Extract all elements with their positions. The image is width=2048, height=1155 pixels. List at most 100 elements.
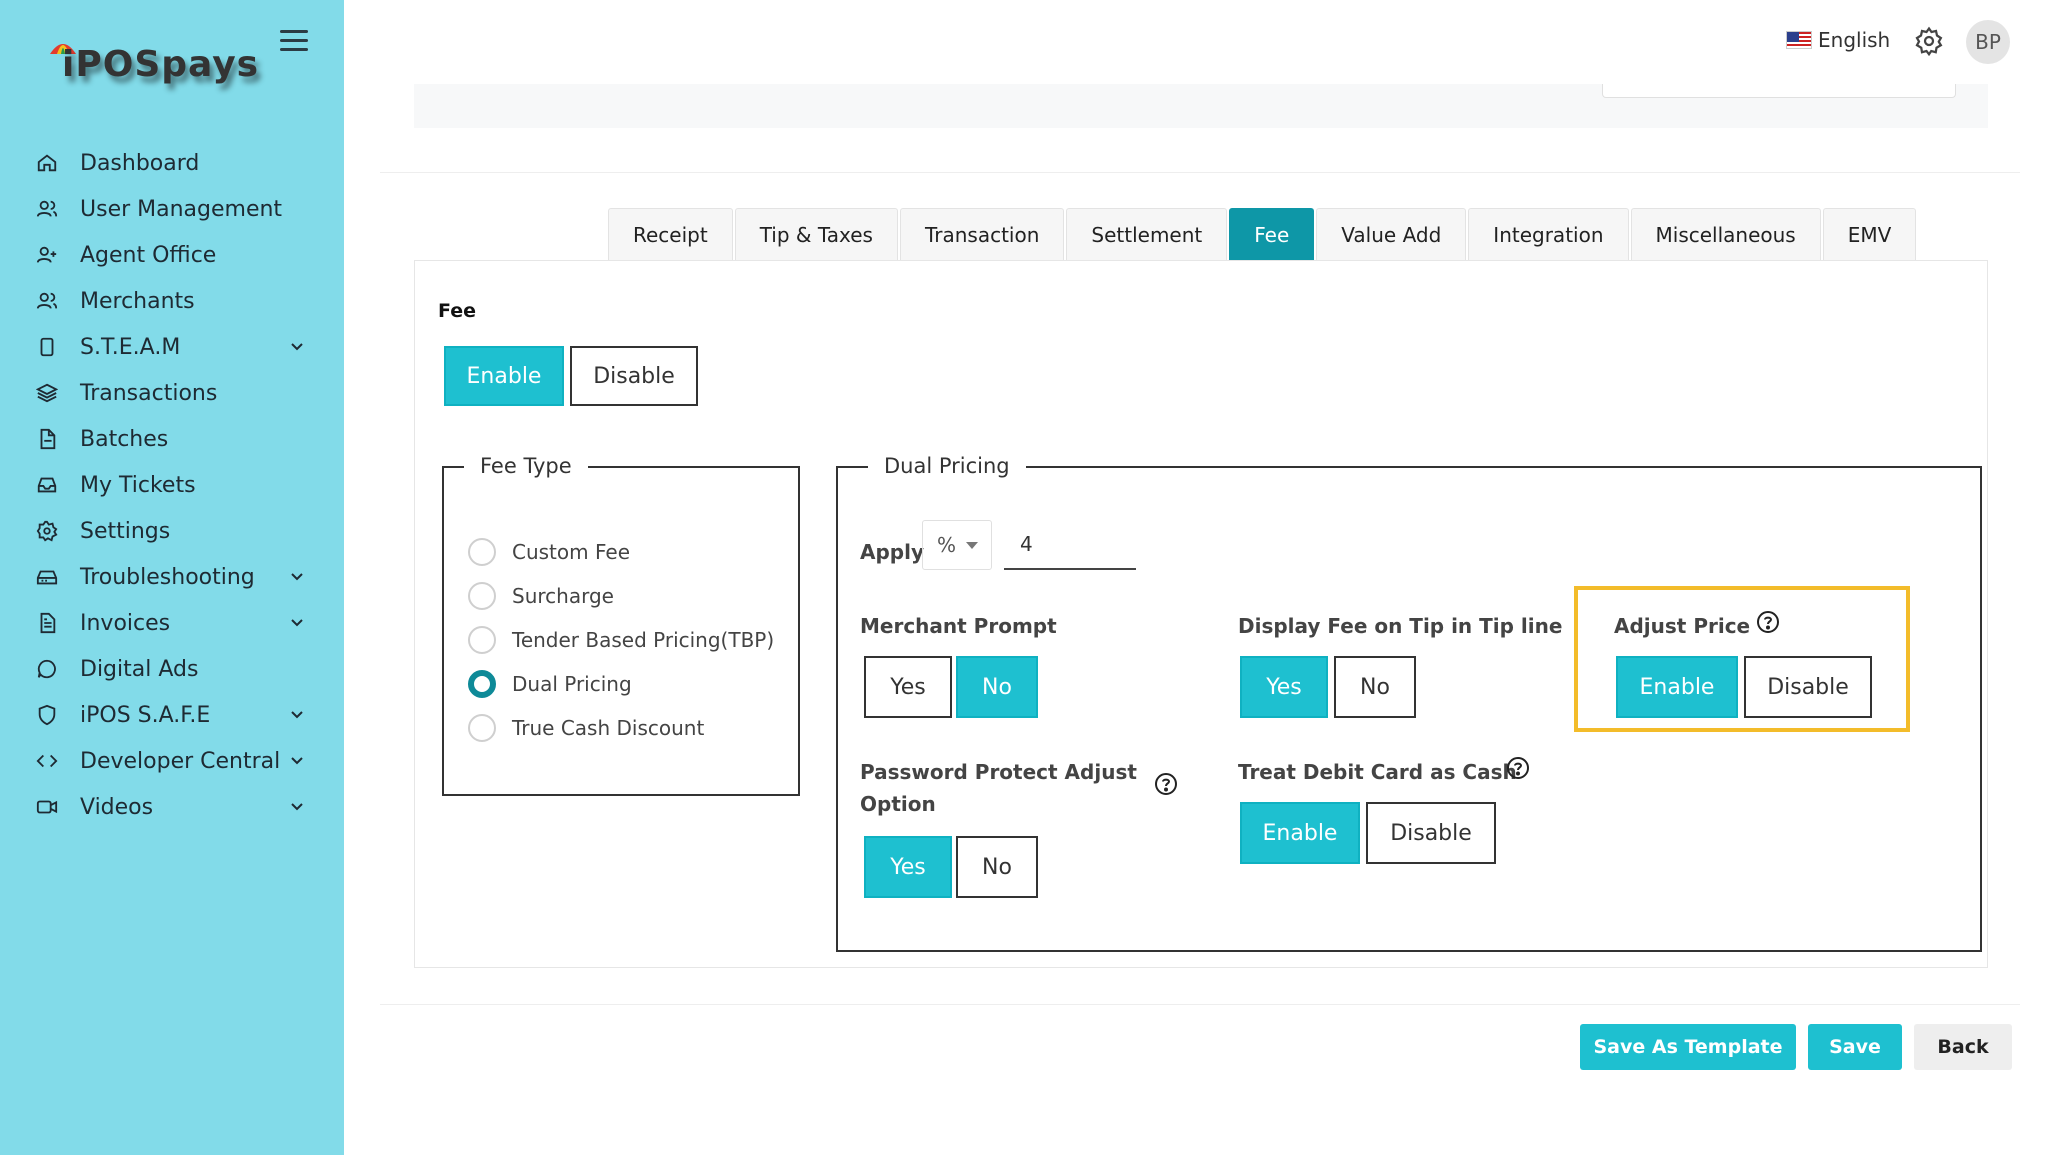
sidebar-item-digital-ads[interactable]: Digital Ads xyxy=(0,646,344,692)
password-protect-label-line1: Password Protect Adjust xyxy=(860,760,1137,784)
apply-unit-value: % xyxy=(937,533,957,557)
help-circle-icon[interactable] xyxy=(1756,610,1780,634)
sidebar-item-user-management[interactable]: User Management xyxy=(0,186,344,232)
tab-integration[interactable]: Integration xyxy=(1468,208,1629,260)
help-circle-icon[interactable] xyxy=(1154,772,1178,796)
back-button[interactable]: Back xyxy=(1914,1024,2012,1070)
tab-receipt[interactable]: Receipt xyxy=(608,208,733,260)
treat-debit-disable-button[interactable]: Disable xyxy=(1366,802,1496,864)
home-icon xyxy=(36,152,58,174)
radio-true-cash-discount[interactable]: True Cash Discount xyxy=(468,714,704,742)
sidebar-item-troubleshooting[interactable]: Troubleshooting xyxy=(0,554,344,600)
tab-value-add[interactable]: Value Add xyxy=(1316,208,1467,260)
fee-disable-button[interactable]: Disable xyxy=(570,346,698,406)
settings-gear-icon[interactable] xyxy=(1914,26,1944,56)
users-icon xyxy=(36,290,58,312)
merchant-prompt-no-button[interactable]: No xyxy=(956,656,1038,718)
language-label: English xyxy=(1818,28,1891,52)
user-avatar[interactable]: BP xyxy=(1966,20,2010,64)
radio-label: Surcharge xyxy=(512,584,614,608)
sidebar-item-label: iPOS S.A.F.E xyxy=(80,702,211,728)
inbox-icon xyxy=(36,474,58,496)
sidebar-item-label: My Tickets xyxy=(80,472,196,498)
tab-miscellaneous[interactable]: Miscellaneous xyxy=(1630,208,1821,260)
password-protect-no-button[interactable]: No xyxy=(956,836,1038,898)
sidebar-item-label: User Management xyxy=(80,196,283,222)
chevron-down-icon xyxy=(291,803,303,811)
display-fee-tip-no-button[interactable]: No xyxy=(1334,656,1416,718)
sidebar-item-invoices[interactable]: Invoices xyxy=(0,600,344,646)
sidebar-item-transactions[interactable]: Transactions xyxy=(0,370,344,416)
adjust-price-disable-button[interactable]: Disable xyxy=(1744,656,1872,718)
password-protect-label-line2: Option xyxy=(860,792,936,816)
radio-tender-based-pricing[interactable]: Tender Based Pricing(TBP) xyxy=(468,626,774,654)
sidebar-item-agent-office[interactable]: Agent Office xyxy=(0,232,344,278)
code-icon xyxy=(36,750,58,772)
tab-settlement[interactable]: Settlement xyxy=(1066,208,1228,260)
us-flag-icon xyxy=(1786,31,1812,49)
sidebar-item-label: Digital Ads xyxy=(80,656,199,682)
radio-label: Dual Pricing xyxy=(512,672,632,696)
tab-transaction[interactable]: Transaction xyxy=(899,208,1065,260)
apply-unit-select[interactable]: % xyxy=(922,520,992,570)
save-as-template-button[interactable]: Save As Template xyxy=(1580,1024,1796,1070)
sidebar-item-label: Merchants xyxy=(80,288,195,314)
language-selector[interactable]: English xyxy=(1786,28,1890,52)
tab-tip-taxes[interactable]: Tip & Taxes xyxy=(734,208,898,260)
sidebar-item-steam[interactable]: S.T.E.A.M xyxy=(0,324,344,370)
caret-down-icon xyxy=(966,541,979,549)
sidebar-item-label: Videos xyxy=(80,794,154,820)
display-fee-tip-yes-button[interactable]: Yes xyxy=(1240,656,1328,718)
sidebar-item-label: Troubleshooting xyxy=(80,564,255,590)
sidebar-item-label: Settings xyxy=(80,518,171,544)
divider xyxy=(380,172,2020,173)
sidebar-item-developer-central[interactable]: Developer Central xyxy=(0,738,344,784)
menu-toggle-icon[interactable] xyxy=(280,30,308,52)
chevron-down-icon xyxy=(291,711,303,719)
radio-button[interactable] xyxy=(468,538,496,566)
chevron-down-icon xyxy=(291,757,303,765)
sidebar-item-ipos-safe[interactable]: iPOS S.A.F.E xyxy=(0,692,344,738)
radio-custom-fee[interactable]: Custom Fee xyxy=(468,538,630,566)
video-icon xyxy=(36,796,58,818)
fee-title: Fee xyxy=(438,300,476,322)
adjust-price-enable-button[interactable]: Enable xyxy=(1616,656,1738,718)
radio-button[interactable] xyxy=(468,714,496,742)
fee-type-legend: Fee Type xyxy=(464,454,588,478)
chevron-down-icon xyxy=(291,573,303,581)
radio-dual-pricing[interactable]: Dual Pricing xyxy=(468,670,632,698)
sidebar-nav: Dashboard User Management Agent Office M… xyxy=(0,140,344,830)
sidebar-item-videos[interactable]: Videos xyxy=(0,784,344,830)
users-icon xyxy=(36,198,58,220)
merchant-prompt-yes-button[interactable]: Yes xyxy=(864,656,952,718)
layers-icon xyxy=(36,382,58,404)
tab-emv[interactable]: EMV xyxy=(1822,208,1917,260)
radio-surcharge[interactable]: Surcharge xyxy=(468,582,614,610)
settings-tabs: Receipt Tip & Taxes Transaction Settleme… xyxy=(608,208,1918,260)
fee-enable-button[interactable]: Enable xyxy=(444,346,564,406)
radio-button-selected[interactable] xyxy=(468,670,496,698)
invoice-icon xyxy=(36,612,58,634)
logo-text: iPOSpays xyxy=(62,44,260,85)
tab-fee[interactable]: Fee xyxy=(1229,208,1315,260)
help-circle-icon[interactable] xyxy=(1506,756,1530,780)
ipospays-logo[interactable]: iPOSpays xyxy=(48,32,258,92)
sidebar-item-label: Batches xyxy=(80,426,169,452)
apply-label: Apply xyxy=(860,540,925,564)
file-icon xyxy=(36,428,58,450)
radio-button[interactable] xyxy=(468,582,496,610)
apply-value-input[interactable] xyxy=(1004,520,1136,570)
sidebar-item-dashboard[interactable]: Dashboard xyxy=(0,140,344,186)
display-fee-tip-label: Display Fee on Tip in Tip line xyxy=(1238,614,1563,638)
sidebar-item-my-tickets[interactable]: My Tickets xyxy=(0,462,344,508)
radio-button[interactable] xyxy=(468,626,496,654)
sidebar-item-label: Invoices xyxy=(80,610,171,636)
sidebar-item-settings[interactable]: Settings xyxy=(0,508,344,554)
sidebar-item-batches[interactable]: Batches xyxy=(0,416,344,462)
dual-pricing-legend: Dual Pricing xyxy=(868,454,1026,478)
password-protect-yes-button[interactable]: Yes xyxy=(864,836,952,898)
sidebar-item-label: S.T.E.A.M xyxy=(80,334,181,360)
sidebar-item-merchants[interactable]: Merchants xyxy=(0,278,344,324)
treat-debit-enable-button[interactable]: Enable xyxy=(1240,802,1360,864)
save-button[interactable]: Save xyxy=(1808,1024,1902,1070)
